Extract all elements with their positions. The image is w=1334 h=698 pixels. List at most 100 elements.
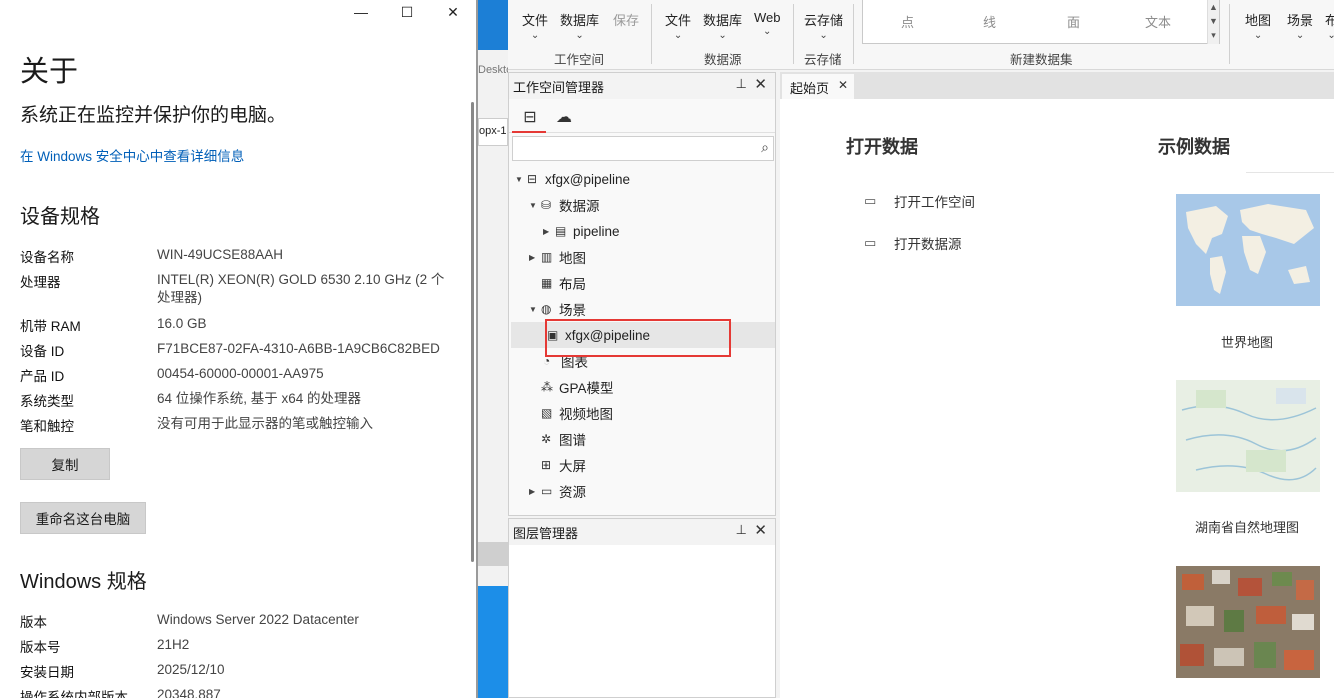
link-label: 打开数据源 — [894, 237, 962, 252]
rename-pc-button[interactable]: 重命名这台电脑 — [20, 502, 146, 534]
chevron-down-icon: ⌄ — [1253, 30, 1263, 41]
spec-row: 产品 ID 00454-60000-00001-AA975 — [20, 365, 457, 385]
layout-button[interactable]: 布 ⌄ — [1325, 10, 1334, 41]
expanded-arrow-icon[interactable]: ▼ — [529, 305, 541, 314]
new-region-dataset-button[interactable]: 面 — [1067, 12, 1080, 31]
spec-row: 系统类型 64 位操作系统, 基于 x64 的处理器 — [20, 390, 457, 410]
sample-data-heading: 示例数据 — [1158, 137, 1230, 157]
scrollbar[interactable] — [471, 102, 474, 562]
gis-application: 文件 ⌄ 数据库 ⌄ 保存 工作空间 文件 ⌄ 数据库 ⌄ Web ⌄ 数据源 云存储 ⌄ … — [508, 0, 1334, 698]
tree-node-label: 图谱 — [559, 433, 586, 448]
tree-node-label: 大屏 — [559, 459, 586, 474]
dashboard-icon: ⊞ — [541, 458, 552, 472]
tree-node-layouts[interactable]: ▦ 布局 — [529, 270, 586, 296]
tree-node-label: 布局 — [559, 277, 586, 292]
close-icon[interactable]: ✕ — [838, 78, 848, 92]
collapsed-arrow-icon[interactable]: ▶ — [529, 253, 541, 262]
web-button[interactable]: Web ⌄ — [754, 10, 781, 37]
gallery-scroll[interactable]: ▲ ▼ ▾ — [1207, 0, 1219, 44]
spec-row: 笔和触控 没有可用于此显示器的笔或触控输入 — [20, 415, 457, 435]
tree-node-resources[interactable]: ▶ ▭ 资源 — [529, 478, 586, 504]
file-open-button[interactable]: 文件 ⌄ — [522, 10, 548, 41]
sample-caption: 世界地图 — [1221, 335, 1274, 350]
new-point-dataset-button[interactable]: 点 — [901, 12, 914, 31]
expanded-arrow-icon[interactable]: ▼ — [529, 201, 541, 210]
panel-header: 工作空间管理器 ⊥ ✕ — [509, 73, 775, 99]
hunan-map-thumbnail[interactable] — [1176, 380, 1320, 492]
close-icon[interactable]: ✕ — [754, 75, 767, 93]
datasource-file-button[interactable]: 文件 ⌄ — [665, 10, 691, 41]
spec-value: WIN-49UCSE88AAH — [157, 247, 284, 262]
group-label-workspace: 工作空间 — [554, 53, 605, 67]
cloud-workspace-tab-icon[interactable]: ☁ — [551, 107, 577, 127]
folder-icon: ▭ — [864, 193, 877, 208]
tree-node-graphs[interactable]: ✲ 图谱 — [529, 426, 586, 452]
tree-node-label: pipeline — [573, 223, 620, 239]
close-icon[interactable]: ✕ — [430, 0, 476, 24]
minimize-icon[interactable]: — — [338, 0, 384, 24]
expanded-arrow-icon[interactable]: ▼ — [515, 175, 527, 184]
ribbon-toolbar: 文件 ⌄ 数据库 ⌄ 保存 工作空间 文件 ⌄ 数据库 ⌄ Web ⌄ 数据源 云存储 ⌄ … — [508, 0, 1334, 70]
collapsed-arrow-icon[interactable]: ▶ — [543, 227, 555, 236]
tree-node-gpa[interactable]: ⁂ GPA模型 — [529, 374, 614, 400]
chevron-down-icon: ⌄ — [530, 30, 540, 41]
chevron-down-icon: ⌄ — [1295, 30, 1305, 41]
active-tab-indicator — [512, 131, 546, 133]
panel-title: 工作空间管理器 — [513, 80, 605, 95]
spec-row: 设备名称 WIN-49UCSE88AAH — [20, 246, 457, 266]
group-separator — [793, 4, 794, 64]
spec-key: 操作系统内部版本 — [20, 690, 128, 698]
save-button[interactable]: 保存 — [613, 10, 639, 29]
workspace-tree-tab-icon[interactable]: ⊟ — [517, 107, 543, 127]
tree-node-label: 视频地图 — [559, 407, 613, 422]
page-title: 关于 — [20, 56, 79, 88]
tree-node-dashboards[interactable]: ⊞ 大屏 — [529, 452, 586, 478]
tab-start-page[interactable]: 起始页 ✕ — [782, 74, 854, 99]
new-line-dataset-button[interactable]: 线 — [983, 12, 996, 31]
group-separator — [651, 4, 652, 64]
ribbon-label: 文件 — [665, 13, 692, 28]
pin-icon[interactable]: ⊥ — [736, 76, 747, 92]
chevron-down-icon: ⌄ — [718, 30, 727, 41]
tree-node-pipeline[interactable]: ▶ ▤ pipeline — [543, 218, 620, 244]
tree-node-workspace[interactable]: ▼ ⊟ xfgx@pipeline — [515, 166, 630, 192]
copy-button[interactable]: 复制 — [20, 448, 110, 480]
chevron-down-icon: ⌄ — [673, 30, 683, 41]
tree-node-video-maps[interactable]: ▧ 视频地图 — [529, 400, 613, 426]
close-icon[interactable]: ✕ — [754, 521, 767, 539]
cloud-storage-button[interactable]: 云存储 ⌄ — [804, 10, 843, 41]
world-map-thumbnail[interactable] — [1176, 194, 1320, 306]
background-text: Deskto — [478, 64, 508, 76]
scene-button[interactable]: 场景 ⌄ — [1287, 10, 1313, 41]
tree-search-input[interactable]: ⌕ — [512, 136, 774, 161]
map-button[interactable]: 地图 ⌄ — [1245, 10, 1271, 41]
spec-value: Windows Server 2022 Datacenter — [157, 612, 359, 627]
graph-icon: ✲ — [541, 432, 552, 446]
spec-key: 产品 ID — [20, 369, 65, 384]
spec-row: 操作系统内部版本 20348.887 — [20, 686, 457, 698]
group-label-new-dataset: 新建数据集 — [1010, 53, 1073, 67]
collapsed-arrow-icon[interactable]: ▶ — [529, 487, 541, 496]
open-workspace-link[interactable]: ▭ 打开工作空间 — [864, 191, 975, 211]
datasource-icon: ⛁ — [541, 198, 552, 212]
city-scene-thumbnail[interactable] — [1176, 566, 1320, 678]
ribbon-label: 数据库 — [560, 13, 600, 28]
tree-node-label: 数据源 — [559, 199, 600, 214]
pin-icon[interactable]: ⊥ — [736, 522, 747, 538]
open-datasource-link[interactable]: ▭ 打开数据源 — [864, 233, 962, 253]
spec-value: INTEL(R) XEON(R) GOLD 6530 2.10 GHz (2 个… — [157, 272, 445, 305]
ribbon-label: 场景 — [1287, 13, 1314, 28]
new-text-dataset-button[interactable]: 文本 — [1145, 12, 1171, 31]
ribbon-label: 云存储 — [804, 13, 844, 28]
database-open-button[interactable]: 数据库 ⌄ — [560, 10, 599, 41]
tree-node-datasources[interactable]: ▼ ⛁ 数据源 — [529, 192, 600, 218]
datasource-database-button[interactable]: 数据库 ⌄ — [703, 10, 742, 41]
ribbon-label: 保存 — [613, 13, 640, 28]
security-center-link[interactable]: 在 Windows 安全中心中查看详细信息 — [20, 145, 244, 165]
panel-title: 图层管理器 — [513, 526, 579, 541]
tree-node-maps[interactable]: ▶ ▥ 地图 — [529, 244, 586, 270]
maximize-icon[interactable]: ☐ — [384, 0, 430, 24]
background-tab: opx-1 — [478, 118, 508, 146]
spec-key: 机带 RAM — [20, 319, 81, 334]
group-label-cloud: 云存储 — [804, 53, 842, 67]
